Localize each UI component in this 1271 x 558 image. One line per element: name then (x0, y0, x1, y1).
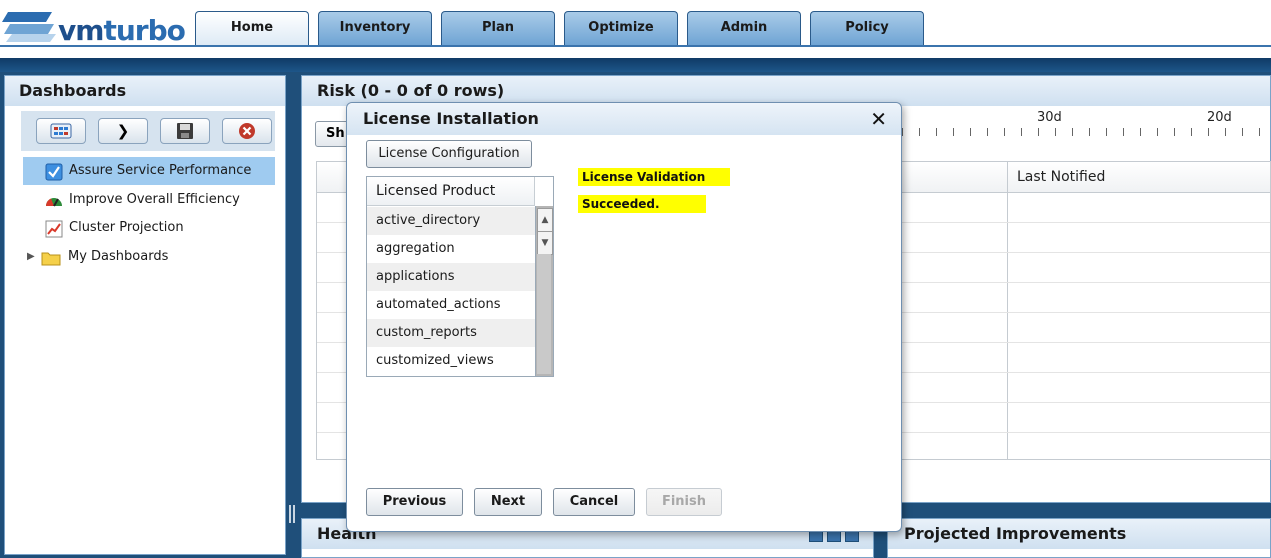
scroll-up-icon[interactable]: ▲ (537, 208, 553, 232)
tab-plan[interactable]: Plan (441, 11, 555, 45)
header-bar (0, 58, 1271, 72)
cancel-button[interactable]: Cancel (553, 488, 635, 516)
list-item[interactable]: applications (367, 263, 535, 291)
dialog-title: License Installation (347, 103, 901, 135)
validation-status-line1: License Validation (578, 168, 730, 186)
tab-policy[interactable]: Policy (810, 11, 924, 45)
dashboard-item-improve-overall-efficiency[interactable]: Improve Overall Efficiency (23, 186, 275, 214)
save-icon (177, 123, 193, 139)
list-item[interactable]: aggregation (367, 235, 535, 263)
license-configuration-button[interactable]: License Configuration (366, 140, 532, 168)
chart-icon (45, 220, 63, 238)
previous-button[interactable]: Previous (366, 488, 463, 516)
projected-improvements-title: Projected Improvements (888, 519, 1270, 549)
tab-admin[interactable]: Admin (687, 11, 801, 45)
list-scrollbar[interactable]: ▲ ▼ (535, 206, 553, 376)
dashboard-folder-label: My Dashboards (68, 249, 169, 264)
new-dashboard-button[interactable] (36, 118, 86, 144)
timeline-label-30d: 30d (1037, 110, 1062, 125)
list-item[interactable]: customized_views (367, 347, 535, 375)
dashboard-folder-my-dashboards[interactable]: ▶ My Dashboards (27, 243, 279, 271)
expand-arrow-icon[interactable]: ▶ (27, 243, 35, 271)
top-header: vmturbo Home Inventory Plan Optimize Adm… (0, 0, 1271, 58)
splitter-handle[interactable] (289, 505, 295, 523)
share-icon: ❯ (116, 122, 130, 140)
gauge-icon (45, 198, 62, 207)
delete-icon (239, 123, 255, 139)
timeline-ticks (902, 128, 1268, 136)
projected-improvements-panel: Projected Improvements (887, 518, 1271, 558)
tab-optimize[interactable]: Optimize (564, 11, 678, 45)
dashboard-item-cluster-projection[interactable]: Cluster Projection (23, 214, 275, 242)
list-item[interactable]: custom_reports (367, 319, 535, 347)
logo-mark-icon (2, 12, 56, 42)
dashboard-item-label: Improve Overall Efficiency (69, 192, 240, 207)
dashboard-item-label: Cluster Projection (69, 220, 184, 235)
checkbox-icon (45, 163, 63, 181)
list-item[interactable]: active_directory (367, 207, 535, 235)
scroll-down-icon[interactable]: ▼ (537, 231, 553, 255)
tab-home[interactable]: Home (195, 11, 309, 47)
delete-button[interactable] (222, 118, 272, 144)
logo-text: vmturbo (58, 14, 186, 47)
column-divider (1007, 162, 1008, 459)
finish-button[interactable]: Finish (646, 488, 722, 516)
dashboards-panel: Dashboards ❯ Assure Service Performance … (4, 75, 286, 555)
timeline-label-20d: 20d (1207, 110, 1232, 125)
scroll-thumb[interactable] (537, 254, 551, 374)
dashboard-item-assure-service-performance[interactable]: Assure Service Performance (23, 157, 275, 185)
folder-icon (41, 252, 61, 266)
tab-inventory[interactable]: Inventory (318, 11, 432, 45)
save-button[interactable] (160, 118, 210, 144)
next-button[interactable]: Next (474, 488, 542, 516)
share-button[interactable]: ❯ (98, 118, 148, 144)
licensed-product-list[interactable]: Licensed Product active_directory aggreg… (366, 176, 554, 377)
vmturbo-logo: vmturbo (0, 6, 190, 47)
column-header-last-notified[interactable]: Last Notified (1017, 162, 1105, 192)
dashboard-item-label: Assure Service Performance (69, 163, 252, 178)
list-header-licensed-product[interactable]: Licensed Product (367, 177, 535, 206)
dashboards-title: Dashboards (5, 76, 285, 106)
close-icon[interactable]: ✕ (870, 107, 887, 131)
header-divider (0, 45, 1271, 47)
dashboards-toolbar: ❯ (21, 111, 275, 151)
validation-status-line2: Succeeded. (578, 195, 706, 213)
license-installation-dialog: License Installation ✕ License Configura… (346, 102, 902, 532)
list-item[interactable]: automated_actions (367, 291, 535, 319)
new-dashboard-icon (50, 123, 72, 139)
